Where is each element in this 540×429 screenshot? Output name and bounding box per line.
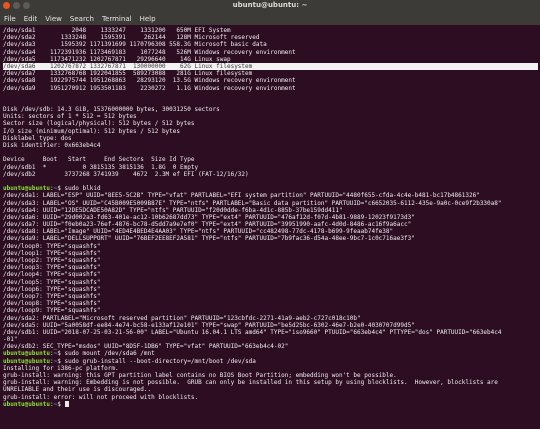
prompt-line: ubuntu@ubuntu:~$ sudo grub-install --boo…: [3, 358, 538, 365]
terminal-window: ubuntu@ubuntu: ~ File Edit View Search T…: [0, 0, 540, 429]
output-line: /dev/sda4: UUID="12DE5DCADE50A82D" TYPE=…: [3, 206, 343, 214]
output-line: /dev/loop7: TYPE="squashfs": [3, 292, 101, 300]
output-line: /dev/sda7: UUID="f0eb0a23-76ef-4876-bc78…: [3, 221, 412, 229]
output-line: /dev/loop1: TYPE="squashfs": [3, 249, 101, 257]
output-line: /dev/sda3: LABEL="OS" UUID="C45B009E5009…: [3, 199, 502, 207]
title-bar[interactable]: ubuntu@ubuntu: ~: [0, 0, 540, 12]
output-line: /dev/sda7 1332768768 1922041855 58927308…: [3, 70, 253, 78]
prompt-user: ubuntu@ubuntu: [3, 357, 50, 365]
output-line: Disk /dev/sdb: 14.3 GiB, 15376000000 byt…: [3, 106, 220, 114]
text-cursor: [65, 401, 70, 408]
output-line: /dev/loop5: TYPE="squashfs": [3, 278, 101, 286]
highlighted-output-line: /dev/sda6 1202767872 1332767871 13000000…: [3, 62, 538, 71]
output-line: /dev/sda5: UUID="5a0058df-ee84-4e74-bc58…: [3, 321, 415, 329]
prompt-line: ubuntu@ubuntu:~$ sudo mount /dev/sda6 /m…: [3, 350, 538, 357]
output-line: /dev/loop9: TYPE="squashfs": [3, 307, 101, 315]
output-line: /dev/sdb2 3737268 3741939 4672 2.3M ef E…: [3, 170, 249, 178]
prompt-dollar: $: [57, 400, 65, 408]
output-line: /dev/sda9: LABEL="DELLSUPPORT" UUID="76B…: [3, 235, 415, 243]
output-line: /dev/sda3 1595392 1171391699 1170796308 …: [3, 41, 267, 49]
prompt-user: ubuntu@ubuntu: [3, 185, 50, 193]
output-line: /dev/sda1 2048 1333247 1331200 650M EFI …: [3, 27, 231, 34]
output-line: I/O size (minimum/optimal): 512 bytes / …: [3, 127, 181, 135]
output-line: Device Boot Start End Sectors Size Id Ty…: [3, 156, 195, 164]
output-line: /dev/sdb1 * 0 3815135 3815136 1.8G 0 Emp…: [3, 163, 199, 171]
output-line: grub-install: error: will not proceed wi…: [3, 393, 199, 401]
terminal-output[interactable]: /dev/sda1 2048 1333247 1331200 650M EFI …: [0, 25, 540, 429]
menu-terminal[interactable]: Terminal: [102, 15, 132, 23]
command-text: sudo grub-install --boot-directory=/mnt/…: [64, 357, 256, 365]
output-line: -01": [3, 336, 18, 344]
prompt-line: ubuntu@ubuntu:~$ sudo blkid: [3, 185, 538, 192]
output-line: /dev/loop4: TYPE="squashfs": [3, 271, 101, 279]
terminal-lines: /dev/sda1 2048 1333247 1331200 650M EFI …: [3, 27, 538, 408]
output-line: Units: sectors of 1 * 512 = 512 bytes: [3, 113, 137, 121]
menu-edit[interactable]: Edit: [24, 15, 38, 23]
menu-view[interactable]: View: [45, 15, 62, 23]
output-line: /dev/sda6: UUID="29d002a3-fd63-401e-ac12…: [3, 213, 415, 221]
output-line: /dev/sdb1: UUID="2018-07-25-03-21-56-00"…: [3, 328, 502, 336]
prompt-user: ubuntu@ubuntu: [3, 350, 50, 358]
output-line: grub-install: warning: this GPT partitio…: [3, 372, 397, 379]
output-line: /dev/loop6: TYPE="squashfs": [3, 285, 101, 293]
menu-help[interactable]: Help: [140, 15, 156, 23]
command-text: sudo blkid: [64, 185, 101, 193]
menu-bar: File Edit View Search Terminal Help: [0, 12, 540, 25]
output-line: /dev/sda2 1333248 1595391 262144 128M Mi…: [3, 34, 260, 42]
command-text: sudo mount /dev/sda6 /mnt: [64, 350, 155, 358]
prompt-line: ubuntu@ubuntu:~$: [3, 401, 538, 408]
output-line: /dev/sdb2: SEC_TYPE="msdos" UUID="8D5F-1…: [3, 343, 289, 351]
output-line: Installing for i386-pc platform.: [3, 364, 119, 372]
output-line: Disk identifier: 0x663eb4c4: [3, 142, 101, 149]
output-line: /dev/loop2: TYPE="squashfs": [3, 257, 101, 264]
output-line: /dev/sda8 1922975744 1951268863 28293120…: [3, 77, 296, 85]
output-line: /dev/loop8: TYPE="squashfs": [3, 300, 101, 308]
output-line: Sector size (logical/physical): 512 byte…: [3, 120, 195, 128]
prompt-user: ubuntu@ubuntu: [3, 400, 50, 408]
output-line: /dev/sda9 1951270912 1953501183 2230272 …: [3, 84, 296, 92]
output-line: Disklabel type: dos: [3, 134, 72, 142]
output-line: /dev/sda2: PARTLABEL="Microsoft reserved…: [3, 314, 361, 322]
menu-search[interactable]: Search: [70, 15, 94, 23]
window-title: ubuntu@ubuntu: ~: [232, 1, 308, 9]
output-line: /dev/sda4 1172391936 1173469183 1077248 …: [3, 48, 296, 56]
output-line: grub-install: warning: Embedding is not …: [3, 379, 498, 387]
output-line: UNRELIABLE and their use is discouraged.…: [3, 386, 152, 394]
output-line: /dev/loop0: TYPE="squashfs": [3, 242, 101, 250]
output-line: /dev/sda8: LABEL="Image" UUID="4ED4E4BED…: [3, 228, 394, 236]
output-line: /dev/loop3: TYPE="squashfs": [3, 264, 101, 272]
output-line: /dev/sda5 1173471232 1202767871 29296640…: [3, 55, 231, 63]
menu-file[interactable]: File: [4, 15, 16, 23]
output-line: /dev/sda1: LABEL="ESP" UUID="8EE5-5C2B" …: [3, 192, 480, 200]
